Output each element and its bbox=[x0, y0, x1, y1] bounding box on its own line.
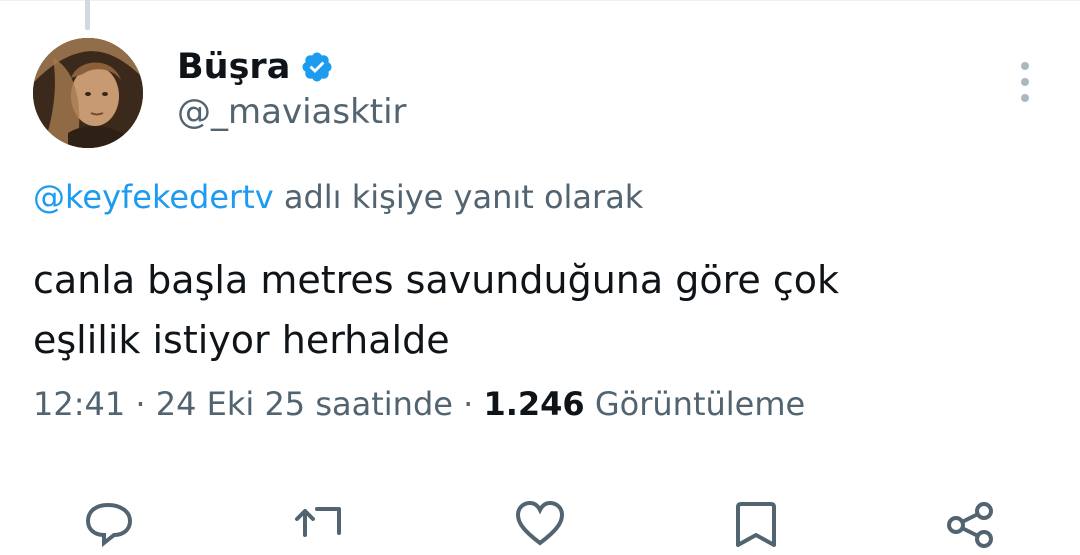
action-bar bbox=[0, 495, 1080, 548]
avatar[interactable] bbox=[33, 38, 143, 148]
reply-button[interactable] bbox=[78, 495, 138, 555]
reply-icon bbox=[85, 502, 133, 548]
bookmark-button[interactable] bbox=[726, 495, 786, 555]
share-button[interactable] bbox=[940, 495, 1000, 555]
tweet-time[interactable]: 12:41 bbox=[33, 385, 125, 423]
more-vertical-icon[interactable] bbox=[1010, 62, 1040, 102]
views-label: Görüntüleme bbox=[584, 385, 806, 423]
reply-mention-link[interactable]: @keyfekedertv bbox=[33, 178, 274, 216]
retweet-icon bbox=[295, 507, 341, 537]
tweet-text: canla başla metres savunduğuna göre çok … bbox=[33, 250, 1033, 370]
reply-context-text: adlı kişiye yanıt olarak bbox=[273, 178, 644, 216]
heart-icon bbox=[515, 500, 565, 546]
thread-connector-line bbox=[85, 0, 90, 30]
tweet-meta: 12:41 · 24 Eki 25 saatinde · 1.246 Görün… bbox=[33, 385, 805, 423]
tweet-date[interactable]: 24 Eki 25 saatinde bbox=[156, 385, 453, 423]
author-handle[interactable]: @_maviasktir bbox=[177, 92, 407, 132]
bookmark-icon bbox=[736, 502, 776, 547]
tweet-text-line: canla başla metres savunduğuna göre çok bbox=[33, 258, 840, 302]
meta-separator: · bbox=[125, 385, 156, 423]
meta-separator: · bbox=[452, 385, 484, 423]
verified-badge-icon bbox=[302, 52, 332, 82]
retweet-button[interactable] bbox=[287, 495, 347, 555]
author-name-row[interactable]: Büşra bbox=[177, 44, 334, 90]
share-icon bbox=[947, 502, 993, 548]
reply-context: @keyfekedertv adlı kişiye yanıt olarak bbox=[33, 178, 643, 216]
top-divider bbox=[0, 0, 1080, 4]
views-count: 1.246 bbox=[483, 385, 585, 423]
like-button[interactable] bbox=[510, 495, 570, 555]
avatar-photo-icon bbox=[33, 38, 143, 148]
tweet-text-line: eşlilik istiyor herhalde bbox=[33, 318, 450, 362]
author-display-name[interactable]: Büşra bbox=[177, 47, 290, 87]
